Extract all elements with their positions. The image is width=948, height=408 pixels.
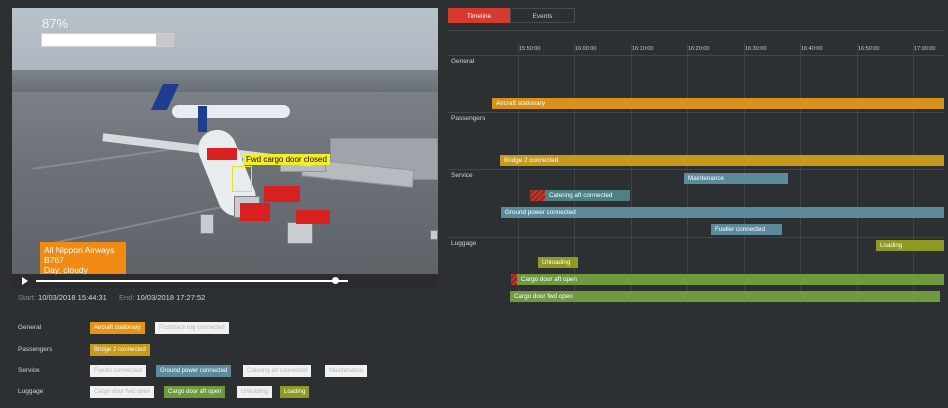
time-tick: 17:00:00 (914, 46, 936, 52)
status-chip: Unloading (237, 386, 273, 398)
detection-box (232, 166, 252, 192)
time-tick: 16:40:00 (801, 46, 823, 52)
time-tick: 16:50:00 (858, 46, 880, 52)
timeline-bar[interactable]: Maintenance (684, 173, 788, 184)
detection-tag (240, 203, 270, 221)
video-player[interactable]: Fwd cargo door closed 87% All Nippon Air… (12, 8, 438, 288)
timeline-bar[interactable]: Cargo door aft open (517, 274, 944, 285)
status-chip: Ground power connected (156, 365, 232, 377)
timeline-bar[interactable]: Catering aft connected (545, 190, 630, 201)
time-tick: 16:00:00 (575, 46, 597, 52)
section-divider (448, 169, 944, 170)
gridline (518, 43, 519, 305)
progress-percent: 87% (42, 16, 69, 31)
status-chip: Cargo door fwd open (90, 386, 155, 398)
section-divider (448, 55, 944, 56)
section-label-passengers: Passengers (451, 115, 486, 122)
end-label: End: (118, 293, 135, 302)
status-chip: Pushback tug connected (155, 322, 229, 334)
seek-knob[interactable] (332, 277, 340, 284)
timeline-bar[interactable]: Bridge 2 connected (500, 155, 944, 166)
tab-timeline[interactable]: Timeline (448, 8, 510, 23)
status-chip: Cargo door aft open (164, 386, 226, 398)
aircraft-type: B767 (44, 255, 64, 265)
section-divider (448, 112, 944, 113)
timeline-bar-hatch (530, 190, 545, 201)
progress-bar-remaining (155, 34, 173, 46)
city-skyline (12, 70, 438, 92)
start-label: Start: (18, 293, 36, 302)
status-row-label: Service (18, 367, 40, 374)
detection-tag (207, 148, 237, 160)
time-tick: 16:30:00 (745, 46, 767, 52)
aircraft-tail (198, 106, 207, 132)
status-chip: Maintenance (325, 365, 368, 377)
status-row-label: General (18, 324, 42, 331)
progress-bar-fill (42, 34, 156, 46)
status-chip: Loading (280, 386, 310, 398)
gridline (800, 43, 801, 305)
status-row-label: Luggage (18, 388, 44, 395)
play-icon[interactable] (22, 277, 28, 285)
progress-bar (41, 33, 174, 47)
status-chip: Fueller connected (90, 365, 146, 377)
section-label-service: Service (451, 172, 473, 179)
background-aircraft (172, 105, 290, 118)
timeline-bar[interactable]: Aircraft stationary (492, 98, 944, 109)
flight-info-box: All Nippon Airways B767 Day, cloudy (40, 242, 126, 275)
seek-track[interactable] (36, 280, 348, 282)
start-time: 10/03/2018 15:44:31 (38, 293, 107, 302)
end-time: 10/03/2018 17:27:52 (136, 293, 206, 302)
section-label-luggage: Luggage (451, 240, 477, 247)
gridline (857, 43, 858, 305)
timeline-chart: 15:50:00 16:00:00 16:10:00 16:20:00 16:3… (448, 30, 944, 305)
ground-vehicle (200, 214, 214, 234)
detection-label: Fwd cargo door closed (243, 154, 330, 165)
gridline (913, 43, 914, 305)
status-chip: Catering aft connected (243, 365, 312, 377)
status-row-label: Passengers (18, 346, 53, 353)
tab-events[interactable]: Events (510, 8, 575, 23)
time-tick: 16:10:00 (632, 46, 654, 52)
timeline-bar[interactable]: Loading (876, 240, 944, 251)
airline-name: All Nippon Airways (44, 245, 115, 255)
timeline-bar[interactable]: Cargo door fwd open (510, 291, 940, 302)
time-tick: 16:20:00 (688, 46, 710, 52)
time-tick: 15:50:00 (519, 46, 541, 52)
playback-bar (12, 274, 438, 288)
ground-vehicle (287, 222, 313, 244)
detection-tag (296, 210, 330, 224)
ground-vehicle (430, 230, 438, 240)
section-divider (448, 237, 944, 238)
time-range: Start: 10/03/2018 15:44:31 End: 10/03/20… (18, 293, 215, 302)
status-chip: Aircraft stationary (90, 322, 145, 334)
timeline-bar[interactable]: Unloading (538, 257, 578, 268)
detection-tag (264, 186, 300, 202)
gridline (631, 43, 632, 305)
timeline-bar[interactable]: Fueller connected (711, 224, 782, 235)
section-label-general: General (451, 58, 475, 65)
app-page: Fwd cargo door closed 87% All Nippon Air… (0, 0, 948, 408)
timeline-bar[interactable]: Ground power connected (501, 207, 944, 218)
status-chip: Bridge 2 connected (90, 344, 150, 356)
